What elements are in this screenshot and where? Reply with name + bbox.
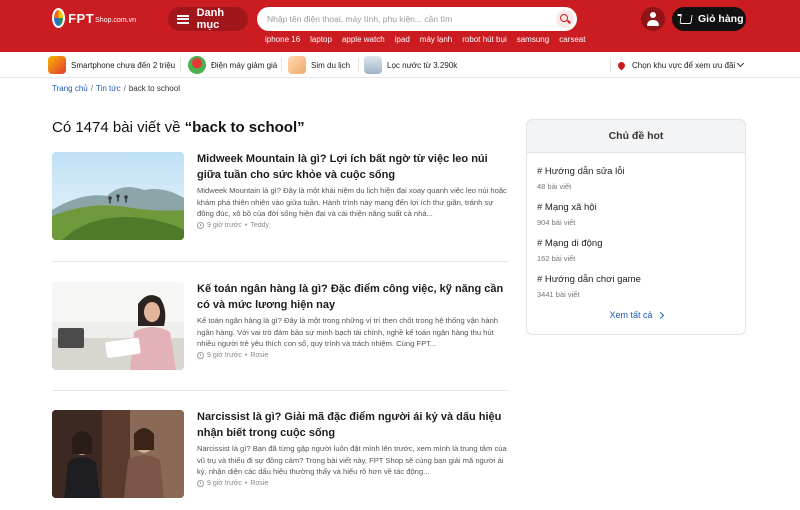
article-meta: 9 giờ trước • Rosie: [197, 480, 268, 487]
topic-count: 162 bài viết: [537, 254, 576, 263]
article-title[interactable]: Kế toán ngân hàng là gì? Đặc điểm công v…: [197, 282, 509, 313]
article-meta: 9 giờ trước • Teddy: [197, 222, 269, 229]
chevron-down-icon: [737, 59, 745, 68]
article-card[interactable]: Midweek Mountain là gì? Lợi ích bất ngờ …: [52, 152, 509, 242]
water-filter-icon: [364, 56, 382, 74]
category-menu-button[interactable]: Danh mục: [168, 7, 248, 31]
promo-item-appliance[interactable]: Điện máy giảm giá: [188, 55, 277, 75]
cart-icon: [679, 14, 693, 24]
search-bar: [257, 7, 577, 31]
article-author: Rosie: [250, 352, 269, 359]
promo-strip: Smartphone chưa đến 2 triệu Điện máy giả…: [0, 52, 800, 78]
quick-search-links: iphone 16 laptop apple watch ipad máy lạ…: [265, 35, 585, 44]
quick-link[interactable]: ipad: [395, 35, 410, 44]
chevron-right-icon: [656, 311, 664, 319]
topic-link[interactable]: # Hướng dẫn chơi game: [537, 274, 641, 285]
clock-icon: [197, 480, 204, 487]
hot-topics-panel: Chủ đề hot # Hướng dẫn sửa lỗi 48 bài vi…: [526, 119, 746, 335]
article-author: Teddy: [250, 222, 270, 229]
topic-link[interactable]: # Hướng dẫn sửa lỗi: [537, 166, 625, 177]
article-card[interactable]: Kế toán ngân hàng là gì? Đặc điểm công v…: [52, 282, 509, 372]
see-all-link[interactable]: Xem tất cả: [527, 310, 745, 320]
promo-item-sim[interactable]: Sim du lịch: [288, 55, 350, 75]
article-title[interactable]: Narcissist là gì? Giải mã đặc điểm người…: [197, 410, 509, 441]
page-title: Có 1474 bài viết về “back to school”: [52, 119, 305, 136]
quick-link[interactable]: robot hút bụi: [462, 35, 506, 44]
article-card[interactable]: Narcissist là gì? Giải mã đặc điểm người…: [52, 410, 509, 500]
article-thumbnail[interactable]: [52, 282, 184, 370]
topic-link[interactable]: # Mạng xã hội: [537, 202, 597, 213]
mountain-hikers-image: [52, 152, 184, 240]
accountant-woman-image: [52, 282, 184, 370]
clock-icon: [197, 222, 204, 229]
cart-label: Giỏ hàng: [698, 13, 744, 25]
divider: [358, 58, 359, 72]
breadcrumb: Trang chủ / Tin tức / back to school: [52, 84, 180, 93]
divider: [180, 58, 181, 72]
hot-topics-title: Chủ đề hot: [527, 120, 745, 153]
quick-link[interactable]: máy lạnh: [420, 35, 452, 44]
article-title[interactable]: Midweek Mountain là gì? Lợi ích bất ngờ …: [197, 152, 509, 183]
cart-button[interactable]: Giỏ hàng: [672, 7, 746, 31]
clock-icon: [197, 352, 204, 359]
topic-count: 904 bài viết: [537, 218, 576, 227]
quick-link[interactable]: apple watch: [342, 35, 385, 44]
article-thumbnail[interactable]: [52, 152, 184, 240]
separator: [52, 390, 509, 391]
article-excerpt: Midweek Mountain là gì? Đây là một khái …: [197, 186, 507, 219]
breadcrumb-home[interactable]: Trang chủ: [52, 84, 88, 93]
region-selector[interactable]: Chọn khu vực để xem ưu đãi: [616, 55, 745, 75]
smartphone-promo-icon: [48, 56, 66, 74]
travel-sim-icon: [288, 56, 306, 74]
location-pin-icon: [188, 56, 206, 74]
search-input[interactable]: [257, 7, 537, 31]
article-time: 9 giờ trước: [207, 222, 242, 229]
category-menu-label: Danh mục: [196, 7, 225, 31]
user-account-icon[interactable]: [641, 7, 665, 31]
narcissist-image: [52, 410, 184, 498]
divider: [281, 58, 282, 72]
article-meta: 9 giờ trước • Rosie: [197, 352, 268, 359]
article-time: 9 giờ trước: [207, 480, 242, 487]
separator: [52, 261, 509, 262]
promo-item-smartphone[interactable]: Smartphone chưa đến 2 triệu: [48, 55, 175, 75]
topic-count: 48 bài viết: [537, 182, 572, 191]
search-query: “back to school”: [184, 119, 305, 136]
location-icon: [616, 60, 627, 70]
divider: [610, 58, 611, 72]
article-excerpt: Narcissist là gì? Bạn đã từng gặp người …: [197, 444, 507, 477]
quick-link[interactable]: samsung: [517, 35, 549, 44]
article-author: Rosie: [250, 480, 269, 487]
topic-link[interactable]: # Mạng di động: [537, 238, 603, 249]
top-header: FPT Shop.com.vn Danh mục iphone 16 lapto…: [0, 0, 800, 52]
article-time: 9 giờ trước: [207, 352, 242, 359]
article-excerpt: Kế toán ngân hàng là gì? Đây là một tron…: [197, 316, 499, 349]
breadcrumb-current: back to school: [128, 84, 180, 93]
fpt-shop-logo[interactable]: FPT Shop.com.vn: [52, 8, 136, 28]
quick-link[interactable]: carseat: [559, 35, 585, 44]
breadcrumb-news[interactable]: Tin tức: [96, 84, 121, 93]
quick-link[interactable]: laptop: [310, 35, 332, 44]
topic-count: 3441 bài viết: [537, 290, 580, 299]
search-icon[interactable]: [556, 10, 574, 28]
article-thumbnail[interactable]: [52, 410, 184, 498]
logo-icon: [52, 8, 66, 28]
promo-item-water-filter[interactable]: Lọc nước từ 3.290k: [364, 55, 457, 75]
menu-icon: [177, 14, 189, 24]
quick-link[interactable]: iphone 16: [265, 35, 300, 44]
